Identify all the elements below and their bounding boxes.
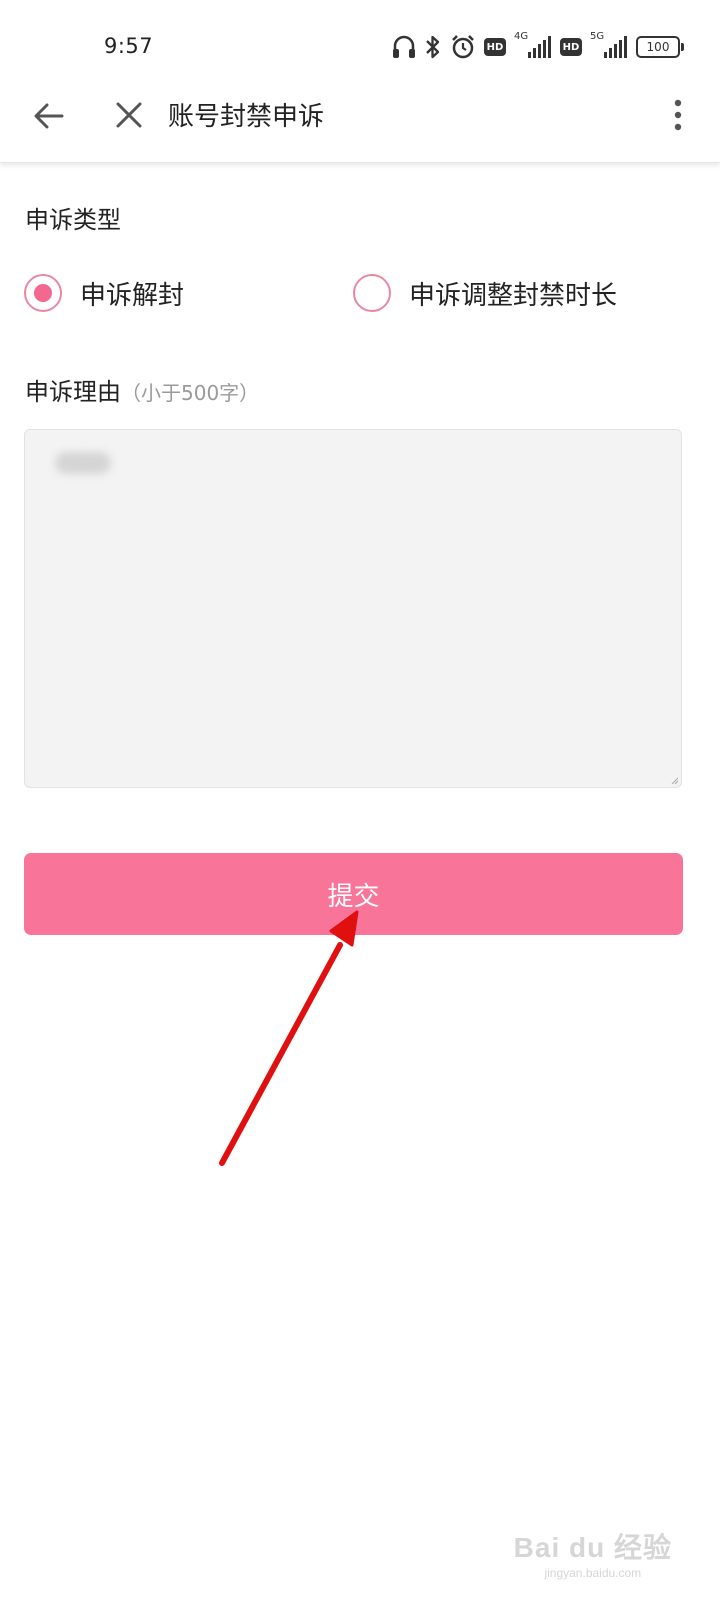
appeal-type-label: 申诉类型 xyxy=(25,206,121,234)
app-bar: 账号封禁申诉 xyxy=(0,70,720,163)
signal-4g-icon: 4G xyxy=(514,31,552,60)
watermark-url: jingyan.baidu.com xyxy=(544,1566,642,1580)
red-annotation-arrow-icon xyxy=(219,910,359,1166)
submit-button[interactable]: 提交 xyxy=(24,853,683,935)
radio-unban[interactable]: 申诉解封 xyxy=(24,274,184,312)
radio-unban-label: 申诉解封 xyxy=(80,280,185,311)
resize-handle-icon[interactable] xyxy=(670,776,678,784)
watermark-logo: Bai du 经验 xyxy=(513,1532,672,1563)
radio-circle[interactable] xyxy=(353,274,391,312)
status-time: 9:57 xyxy=(104,34,154,58)
baidu-jingyan-watermark: Bai du 经验 jingyan.baidu.com xyxy=(514,1526,672,1580)
page-title: 账号封禁申诉 xyxy=(168,102,325,132)
reason-label-text: 申诉理由 xyxy=(25,378,121,406)
close-button[interactable] xyxy=(108,94,152,138)
radio-circle[interactable] xyxy=(24,274,62,312)
headphones-icon xyxy=(392,34,416,60)
status-icons: HD 4G HD 5G 100 xyxy=(392,31,684,62)
more-options-button[interactable] xyxy=(666,94,690,138)
battery-icon: 100 xyxy=(636,36,684,58)
radio-selected-dot xyxy=(34,284,52,302)
back-button[interactable] xyxy=(28,94,72,138)
alarm-icon xyxy=(450,34,476,60)
reason-hint: （小于500字） xyxy=(121,381,260,405)
arrow-left-icon xyxy=(34,103,64,129)
reason-textarea[interactable] xyxy=(24,429,682,788)
more-vertical-icon xyxy=(674,99,682,131)
hd-icon: HD xyxy=(560,38,582,56)
radio-adjust-duration[interactable]: 申诉调整封禁时长 xyxy=(353,274,617,312)
appeal-reason-label: 申诉理由（小于500字） xyxy=(25,372,259,407)
blurred-input-text xyxy=(55,452,111,474)
signal-5g-icon: 5G xyxy=(590,31,628,60)
radio-adjust-duration-label: 申诉调整封禁时长 xyxy=(409,280,618,311)
hd-icon: HD xyxy=(484,38,506,56)
close-icon xyxy=(116,102,142,128)
bluetooth-icon xyxy=(424,34,442,60)
